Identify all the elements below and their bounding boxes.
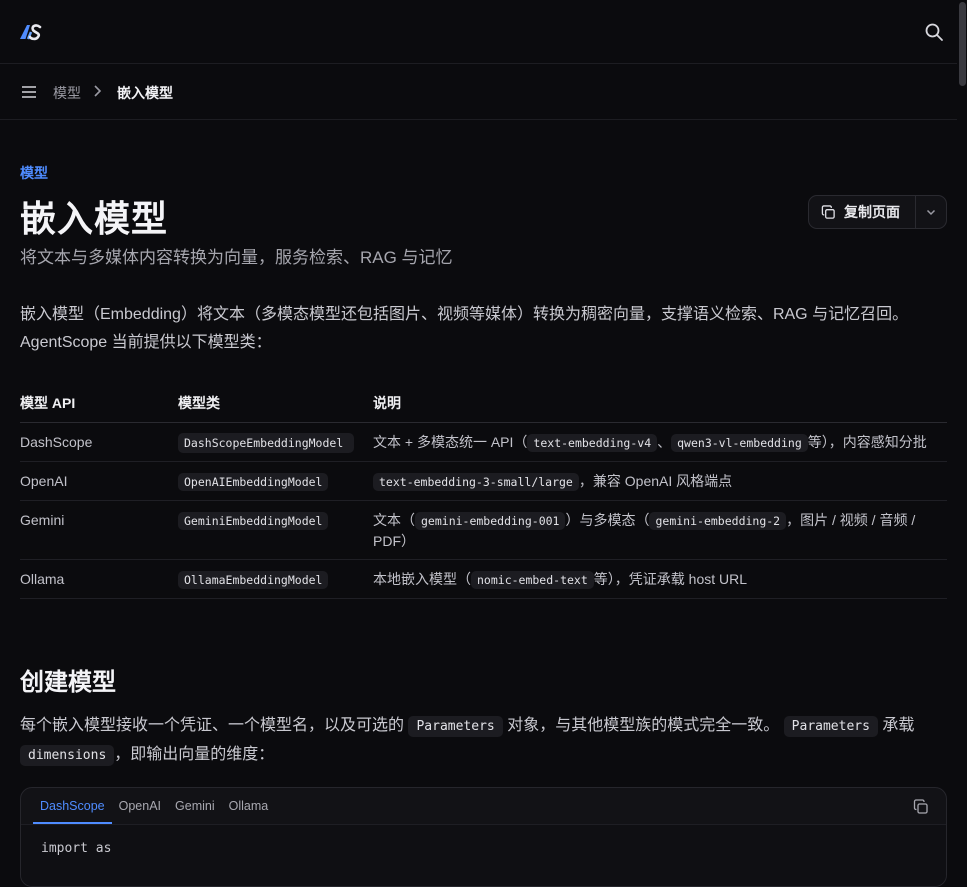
- cell-class: GeminiEmbeddingModel: [178, 500, 373, 560]
- cell-class: DashScopeEmbeddingModel: [178, 422, 373, 462]
- cell-api: Gemini: [20, 500, 178, 560]
- copy-options-dropdown[interactable]: [916, 196, 946, 228]
- cell-class: OllamaEmbeddingModel: [178, 559, 373, 599]
- inline-code: dimensions: [20, 745, 115, 766]
- cell-desc: 文本 + 多模态统一 API（ text-embedding-v4、 qwen3-v…: [373, 422, 947, 462]
- cell-api: OpenAI: [20, 461, 178, 501]
- column-header-api: 模型 API: [20, 390, 178, 423]
- model-table: 模型 API 模型类 说明 DashScope DashScopeEmbeddi…: [20, 390, 947, 599]
- desc-text: ，兼容 OpenAI 风格端点: [578, 473, 733, 489]
- cell-desc: 文本（ gemini-embedding-001 ）与多模态（ gemini-embe…: [373, 500, 947, 560]
- tab-ollama[interactable]: Ollama: [222, 788, 276, 824]
- breadcrumb-current: 嵌入模型: [117, 85, 173, 101]
- intro-paragraph: 嵌入模型（Embedding）将文本（多模态模型还包括图片、视频等媒体）转换为稠…: [20, 306, 909, 351]
- table-row: DashScope DashScopeEmbeddingModel 文本 + 多…: [20, 422, 947, 462]
- desc-text: 文本 + 多模态统一 API（: [373, 434, 528, 450]
- inline-code: gemini-embedding-001: [415, 512, 566, 530]
- cell-class: OpenAIEmbeddingModel: [178, 461, 373, 501]
- class-code: OllamaEmbeddingModel: [178, 571, 329, 589]
- cell-desc: 本地嵌入模型（ nomic-embed-text 等），凭证承载 host URL: [373, 559, 947, 599]
- class-code: OpenAIEmbeddingModel: [178, 473, 329, 491]
- copy-page-button[interactable]: 复制页面: [809, 196, 917, 228]
- chevron-right-icon: [94, 85, 102, 97]
- desc-text: 文本（: [373, 512, 415, 528]
- table-row: OpenAI OpenAIEmbeddingModel text-embeddi…: [20, 461, 947, 501]
- scrollbar-thumb[interactable]: [959, 2, 966, 86]
- search-icon[interactable]: [924, 22, 944, 42]
- code-content[interactable]: import as: [21, 824, 946, 886]
- copy-page-label: 复制页面: [844, 204, 900, 220]
- inline-code: text-embedding-v4: [527, 434, 658, 452]
- section-heading: 创建模型: [20, 669, 116, 696]
- desc-text: 等），内容感知分批: [807, 434, 927, 450]
- inline-code: nomic-embed-text: [471, 571, 594, 589]
- inline-code: text-embedding-3-small/large: [373, 473, 579, 491]
- tab-gemini[interactable]: Gemini: [168, 788, 222, 824]
- inline-code: qwen3-vl-embedding: [671, 434, 808, 452]
- cell-api: Ollama: [20, 559, 178, 599]
- cell-desc: text-embedding-3-small/large ，兼容 OpenAI 风…: [373, 461, 947, 501]
- tab-dashscope[interactable]: DashScope: [33, 788, 112, 824]
- desc-text: 本地嵌入模型（: [373, 571, 471, 587]
- section-eyebrow[interactable]: 模型: [20, 163, 48, 183]
- class-code: GeminiEmbeddingModel: [178, 512, 329, 530]
- scrollbar[interactable]: [957, 0, 967, 848]
- para-text: 对象，与其他模型族的模式完全一致。: [507, 717, 780, 734]
- section-paragraph: 每个嵌入模型接收一个凭证、一个模型名，以及可选的 Parameters 对象，与…: [20, 712, 947, 770]
- desc-text: ）与多模态（: [565, 512, 650, 528]
- para-text: 承载: [882, 717, 915, 734]
- inline-code: Parameters: [783, 716, 878, 737]
- menu-icon[interactable]: [20, 83, 38, 101]
- tab-openai[interactable]: OpenAI: [112, 788, 168, 824]
- column-header-class: 模型类: [178, 390, 373, 423]
- desc-text: 等），凭证承载 host URL: [593, 571, 748, 587]
- page-subtitle: 将文本与多媒体内容转换为向量，服务检索、RAG 与记忆: [20, 248, 453, 267]
- cell-api: DashScope: [20, 422, 178, 462]
- para-text: 每个嵌入模型接收一个凭证、一个模型名，以及可选的: [20, 717, 405, 734]
- table-header-row: 模型 API 模型类 说明: [20, 390, 947, 423]
- page-title: 嵌入模型: [20, 198, 169, 239]
- column-header-desc: 说明: [373, 390, 947, 423]
- code-line: import as: [41, 841, 112, 856]
- breadcrumb: 模型 嵌入模型: [0, 64, 957, 120]
- copy-page-group: 复制页面: [808, 195, 947, 229]
- code-block: DashScope OpenAI Gemini Ollama import as: [20, 787, 947, 887]
- desc-text: 、: [657, 434, 672, 450]
- agentscope-logo[interactable]: [19, 20, 43, 44]
- breadcrumb-parent[interactable]: 模型: [53, 83, 81, 103]
- code-tabs: DashScope OpenAI Gemini Ollama: [33, 788, 275, 824]
- inline-code: gemini-embedding-2: [649, 512, 787, 530]
- table-row: Gemini GeminiEmbeddingModel 文本（ gemini-em…: [20, 500, 947, 560]
- class-code: DashScopeEmbeddingModel: [178, 433, 354, 453]
- copy-icon: [821, 204, 835, 219]
- top-bar: [0, 0, 957, 64]
- copy-code-icon[interactable]: [913, 799, 929, 815]
- chevron-down-icon: [927, 209, 936, 216]
- table-row: Ollama OllamaEmbeddingModel 本地嵌入模型（ nomic…: [20, 559, 947, 599]
- para-text: ，即输出向量的维度：: [114, 746, 275, 763]
- inline-code: Parameters: [408, 716, 503, 737]
